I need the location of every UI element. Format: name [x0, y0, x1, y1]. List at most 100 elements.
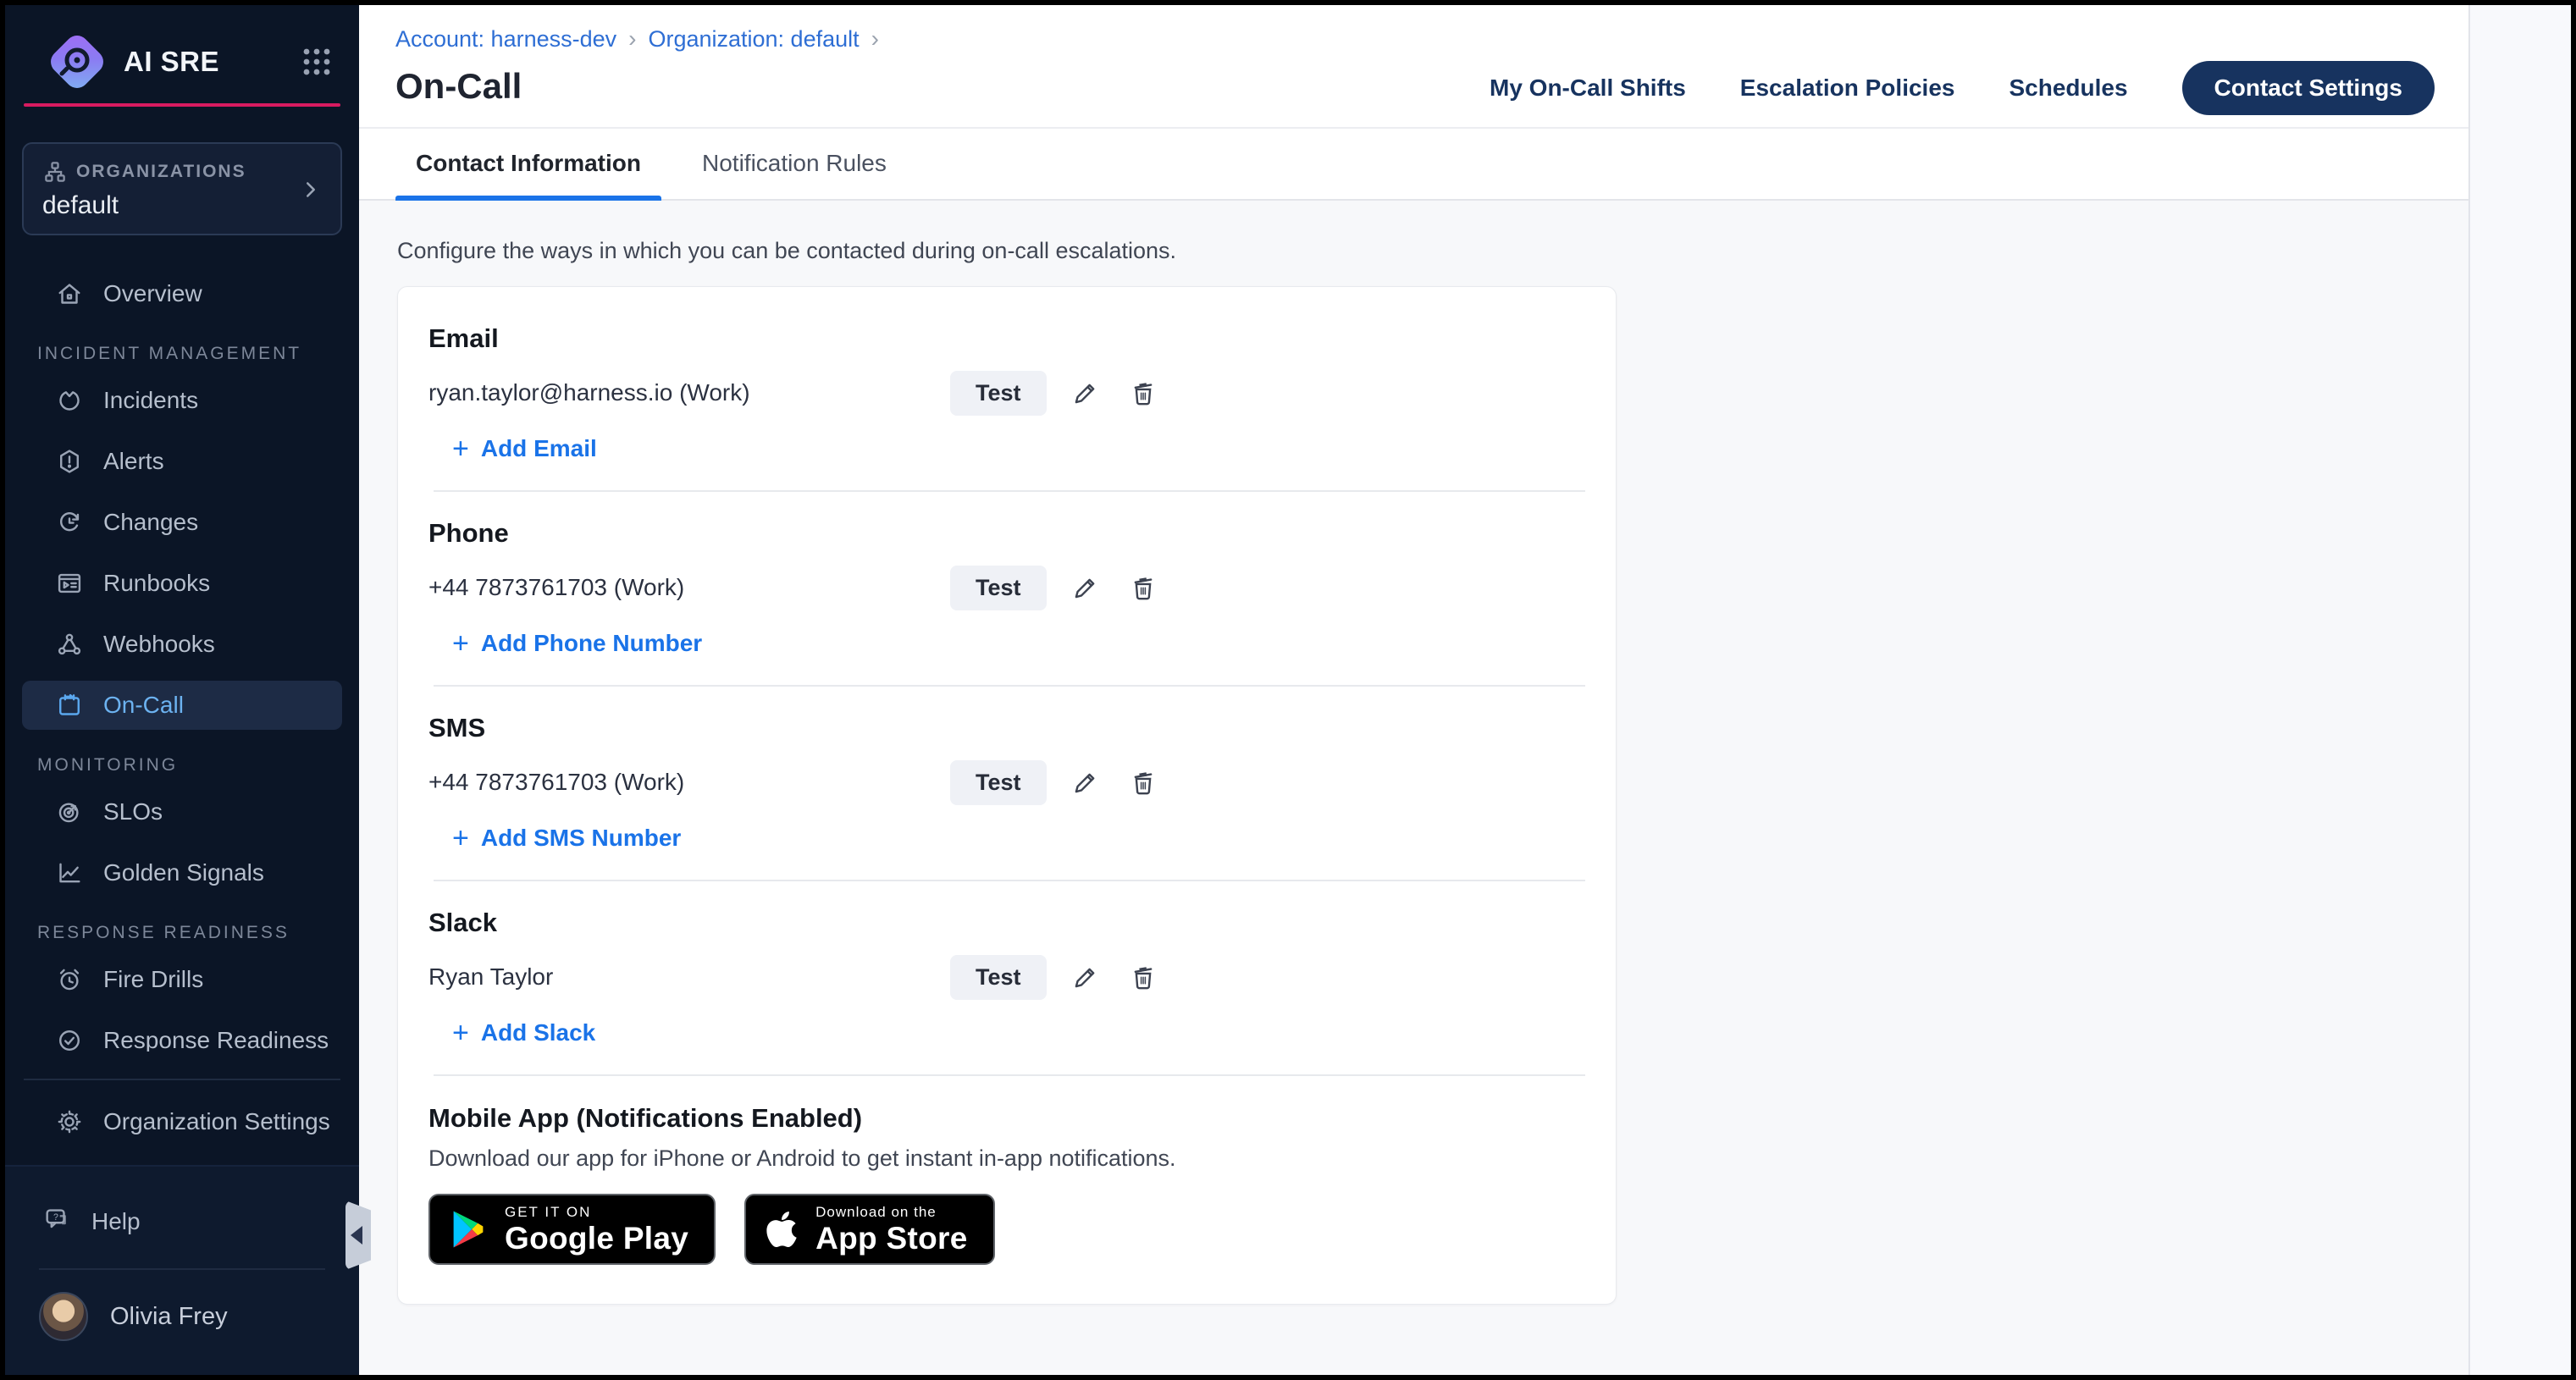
add-sms-link[interactable]: Add SMS Number [428, 820, 1585, 856]
edit-pencil-icon[interactable] [1067, 374, 1104, 411]
edit-pencil-icon[interactable] [1067, 958, 1104, 996]
sidebar-item-label: Changes [103, 509, 198, 536]
help-chat-icon: ? [42, 1205, 71, 1239]
section-sms: SMS +44 7873761703 (Work) Test [428, 712, 1585, 881]
collapse-sidebar-icon [351, 1226, 362, 1245]
sidebar-divider [39, 1268, 325, 1270]
trash-icon[interactable] [1125, 569, 1162, 606]
section-slack: Slack Ryan Taylor Test [428, 907, 1585, 1076]
badge-line2: Google Play [505, 1223, 688, 1256]
sidebar-divider [24, 1079, 340, 1080]
org-selector[interactable]: ORGANIZATIONS default [22, 142, 342, 235]
user-name: Olivia Frey [110, 1303, 228, 1331]
right-gutter [2468, 5, 2571, 1375]
contact-value: +44 7873761703 (Work) [428, 574, 920, 601]
webhook-icon [54, 629, 85, 660]
page-header: Account: harness-dev Organization: defau… [359, 5, 2468, 129]
add-phone-link[interactable]: Add Phone Number [428, 626, 1585, 661]
footer-item-label: Help [91, 1208, 141, 1235]
section-title: SMS [428, 712, 1585, 744]
section-divider [434, 880, 1585, 881]
edit-pencil-icon[interactable] [1067, 569, 1104, 606]
trash-icon[interactable] [1125, 764, 1162, 801]
sidebar-item-changes[interactable]: Changes [22, 498, 342, 547]
calendar-icon [54, 690, 85, 720]
brand-divider [24, 103, 340, 107]
sidebar-item-runbooks[interactable]: Runbooks [22, 559, 342, 608]
sidebar-item-label: Alerts [103, 448, 164, 475]
app-store-badge[interactable]: Download on the App Store [744, 1194, 994, 1265]
section-divider [434, 1074, 1585, 1076]
sidebar-item-alerts[interactable]: Alerts [22, 437, 342, 486]
runbook-window-icon [54, 568, 85, 599]
contact-value: +44 7873761703 (Work) [428, 769, 920, 796]
breadcrumb-account[interactable]: Account: harness-dev [395, 25, 636, 52]
breadcrumb-organization[interactable]: Organization: default [648, 25, 879, 52]
test-button[interactable]: Test [950, 760, 1047, 805]
apps-grid-icon[interactable] [298, 43, 335, 80]
org-selector-label: ORGANIZATIONS [76, 162, 246, 182]
sidebar-item-label: Golden Signals [103, 859, 264, 886]
sidebar-item-overview[interactable]: Overview [22, 269, 342, 318]
sidebar-item-label: Incidents [103, 387, 198, 414]
history-icon [54, 507, 85, 538]
footer-item-label: Organization Settings [103, 1108, 330, 1135]
sidebar-item-incidents[interactable]: Incidents [22, 376, 342, 425]
sidebar-item-label: Fire Drills [103, 966, 203, 993]
section-title: Slack [428, 907, 1585, 939]
svg-text:?: ? [53, 1212, 58, 1222]
sidebar-item-organization-settings[interactable]: Organization Settings [22, 1097, 342, 1146]
app-name: AI SRE [124, 46, 298, 78]
badge-line1: GET IT ON [505, 1204, 688, 1221]
incident-flame-icon [54, 385, 85, 416]
sidebar-item-help[interactable]: ? Help [22, 1197, 342, 1246]
contact-settings-button[interactable]: Contact Settings [2182, 61, 2435, 115]
trash-icon[interactable] [1125, 958, 1162, 996]
sidebar-item-fire-drills[interactable]: Fire Drills [22, 955, 342, 1004]
contact-value: ryan.taylor@harness.io (Work) [428, 379, 920, 406]
tab-contact-information[interactable]: Contact Information [395, 150, 661, 199]
check-circle-icon [54, 1025, 85, 1052]
user-menu[interactable]: Olivia Frey [22, 1292, 342, 1341]
nav-link-my-on-call-shifts[interactable]: My On-Call Shifts [1490, 75, 1686, 102]
avatar [39, 1292, 88, 1341]
mobile-app-description: Download our app for iPhone or Android t… [428, 1145, 1585, 1172]
breadcrumb: Account: harness-dev Organization: defau… [395, 25, 2435, 52]
target-icon [54, 797, 85, 827]
nav-link-schedules[interactable]: Schedules [2009, 75, 2127, 102]
sidebar-item-webhooks[interactable]: Webhooks [22, 620, 342, 669]
sidebar-item-golden-signals[interactable]: Golden Signals [22, 848, 342, 897]
sidebar-item-on-call[interactable]: On-Call [22, 681, 342, 730]
sidebar: AI SRE ORGANIZATION [5, 5, 359, 1375]
alarm-clock-icon [54, 964, 85, 995]
apple-icon [765, 1209, 799, 1250]
add-email-link[interactable]: Add Email [428, 431, 1585, 466]
sidebar-collapse-handle[interactable] [345, 1201, 371, 1270]
nav-link-escalation-policies[interactable]: Escalation Policies [1740, 75, 1955, 102]
sidebar-item-slos[interactable]: SLOs [22, 787, 342, 836]
test-button[interactable]: Test [950, 371, 1047, 416]
test-button[interactable]: Test [950, 955, 1047, 1000]
sidebar-nav: Overview INCIDENT MANAGEMENT Incidents A… [5, 257, 359, 1052]
content-description: Configure the ways in which you can be c… [397, 238, 2468, 264]
chart-line-icon [54, 858, 85, 888]
org-hierarchy-icon [42, 159, 68, 185]
tab-notification-rules[interactable]: Notification Rules [682, 150, 907, 199]
google-play-badge[interactable]: GET IT ON Google Play [428, 1194, 716, 1265]
sidebar-item-response-readiness[interactable]: Response Readiness [22, 1016, 342, 1052]
contact-methods-card: Email ryan.taylor@harness.io (Work) Test [397, 286, 1617, 1305]
edit-pencil-icon[interactable] [1067, 764, 1104, 801]
plus-icon [452, 824, 469, 853]
mobile-app-title: Mobile App (Notifications Enabled) [428, 1103, 1585, 1134]
tab-bar: Contact Information Notification Rules [359, 129, 2468, 201]
section-divider [434, 490, 1585, 492]
org-selector-value: default [42, 191, 298, 220]
sidebar-item-label: Webhooks [103, 631, 215, 658]
sidebar-item-label: Overview [103, 280, 202, 307]
content-area: Configure the ways in which you can be c… [359, 201, 2468, 1375]
trash-icon[interactable] [1125, 374, 1162, 411]
add-slack-link[interactable]: Add Slack [428, 1015, 1585, 1051]
alert-hexagon-icon [54, 446, 85, 477]
nav-section-heading: INCIDENT MANAGEMENT [37, 344, 359, 364]
test-button[interactable]: Test [950, 566, 1047, 610]
